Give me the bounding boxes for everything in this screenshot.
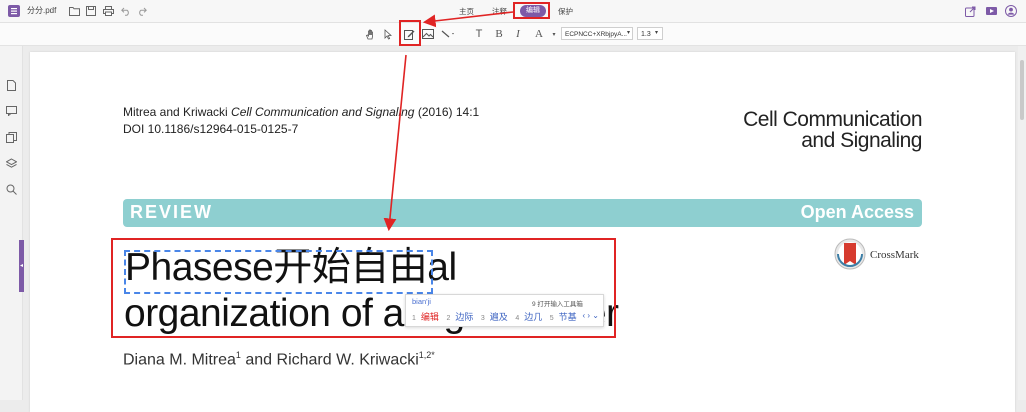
arrow-tool-to-title	[383, 54, 407, 232]
annotation-arrows	[383, 11, 514, 232]
arrow-edit-to-tool	[422, 11, 514, 28]
